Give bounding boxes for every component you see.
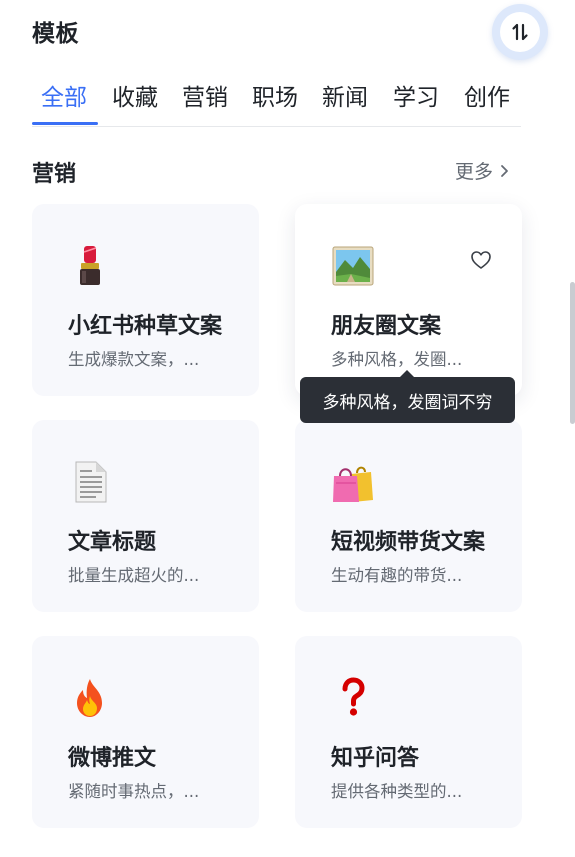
tab-all[interactable]: 全部 [41, 78, 87, 112]
scrollbar[interactable] [570, 282, 575, 424]
template-card[interactable]: 知乎问答 提供各种类型的... [295, 636, 522, 828]
document-icon [75, 461, 107, 503]
template-card[interactable]: 小红书种草文案 生成爆款文案，... [32, 204, 259, 396]
tab-marketing[interactable]: 营销 [182, 78, 228, 112]
tab-study[interactable]: 学习 [393, 78, 439, 112]
card-description: 紧随时事热点，... [68, 782, 200, 801]
category-tabs: 全部 收藏 营销 职场 新闻 学习 创作 [32, 78, 521, 127]
card-description: 提供各种类型的... [331, 782, 463, 801]
template-card[interactable]: 微博推文 紧随时事热点，... [32, 636, 259, 828]
shopping-bags-icon [333, 466, 373, 502]
template-card[interactable]: 文章标题 批量生成超火的... [32, 420, 259, 612]
template-panel: 模板 全部 收藏 营销 职场 新闻 学习 创作 营销 更多 小红书种草文案 生成… [0, 0, 575, 857]
tab-workplace[interactable]: 职场 [252, 78, 298, 112]
card-title: 朋友圈文案 [331, 314, 442, 339]
more-link[interactable]: 更多 [455, 157, 509, 184]
card-description: 生成爆款文案，... [68, 350, 200, 369]
card-title: 短视频带货文案 [331, 530, 486, 555]
sort-arrows-icon [512, 23, 528, 41]
card-description: 多种风格，发圈... [331, 350, 463, 369]
card-title: 微博推文 [68, 746, 157, 771]
more-label: 更多 [455, 161, 494, 183]
heart-icon[interactable] [469, 248, 493, 272]
tab-creation[interactable]: 创作 [464, 78, 510, 112]
page-title: 模板 [32, 21, 79, 47]
landscape-picture-icon [332, 246, 374, 286]
active-tab-indicator [32, 122, 98, 125]
tab-news[interactable]: 新闻 [322, 78, 368, 112]
fire-icon [77, 679, 102, 717]
card-title: 知乎问答 [331, 746, 420, 771]
card-description: 批量生成超火的... [68, 566, 200, 585]
question-mark-icon [342, 677, 365, 716]
chevron-right-icon [501, 164, 508, 177]
template-card[interactable]: 朋友圈文案 多种风格，发圈... [295, 204, 522, 396]
sort-button[interactable] [492, 4, 548, 60]
template-card[interactable]: 短视频带货文案 生动有趣的带货... [295, 420, 522, 612]
tab-favorites[interactable]: 收藏 [112, 78, 158, 112]
card-title: 文章标题 [68, 530, 157, 555]
card-title: 小红书种草文案 [68, 314, 223, 339]
card-description: 生动有趣的带货... [331, 566, 463, 585]
tooltip: 多种风格，发圈词不穷 [300, 370, 515, 423]
lipstick-icon [80, 246, 100, 285]
sort-button-inner [500, 12, 540, 52]
section-title: 营销 [32, 162, 77, 187]
tooltip-text: 多种风格，发圈词不穷 [322, 392, 493, 413]
